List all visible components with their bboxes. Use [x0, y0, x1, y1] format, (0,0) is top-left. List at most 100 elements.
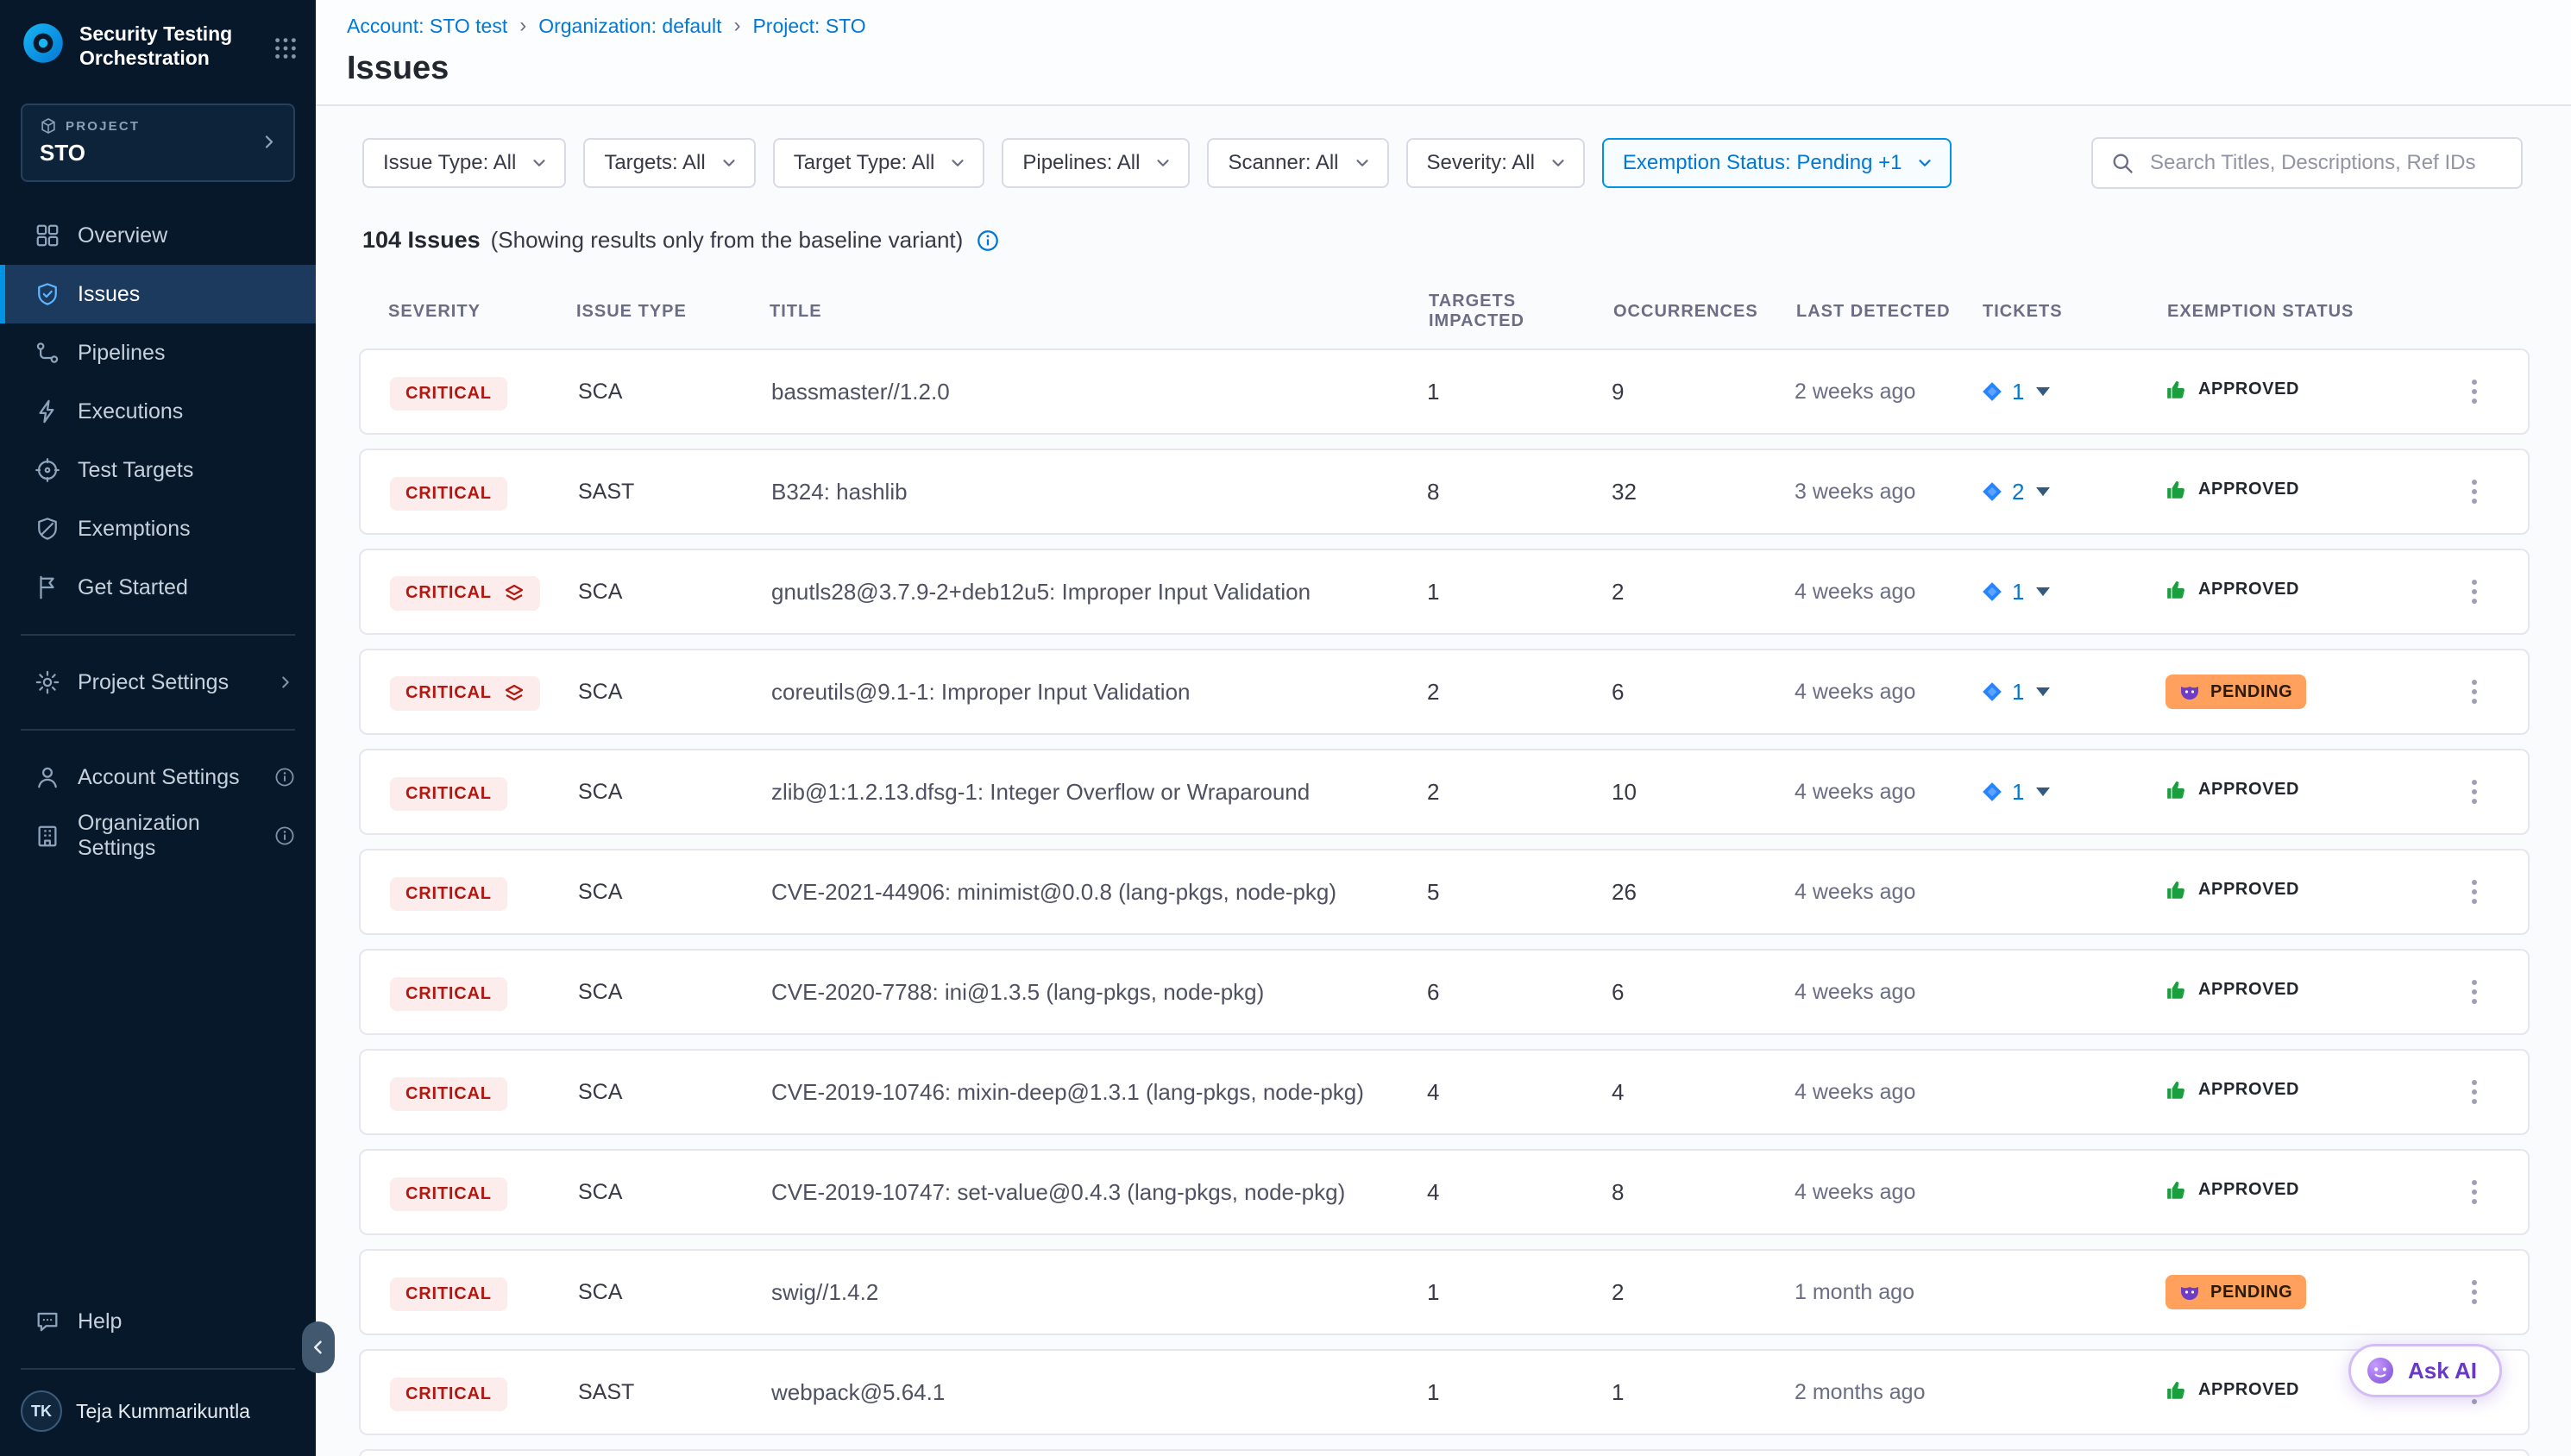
issue-title[interactable]: CVE-2019-10746: mixin-deep@1.3.1 (lang-p…	[771, 1079, 1427, 1106]
filter-targets[interactable]: Targets: All	[583, 138, 755, 188]
filter-pipelines[interactable]: Pipelines: All	[1002, 138, 1190, 188]
thumbs-up-icon	[2166, 1179, 2188, 1202]
sidebar-item-test-targets[interactable]: Test Targets	[0, 441, 316, 499]
ticket-link[interactable]: 1	[1981, 379, 2166, 405]
row-menu-button[interactable]	[2450, 550, 2499, 633]
row-menu-button[interactable]	[2450, 650, 2499, 733]
jira-icon	[1981, 480, 2003, 503]
sidebar-item-pipelines[interactable]: Pipelines	[0, 323, 316, 382]
filter-exemption-status[interactable]: Exemption Status: Pending +1	[1602, 138, 1952, 188]
targets-impacted-value: 1	[1427, 1379, 1612, 1406]
ticket-link[interactable]: 1	[1981, 679, 2166, 706]
issue-type: SCA	[578, 880, 771, 905]
table-header: SEVERITY ISSUE TYPE TITLE TARGETS IMPACT…	[359, 292, 2530, 331]
issue-title[interactable]: zlib@1:1.2.13.dfsg-1: Integer Overflow o…	[771, 779, 1427, 806]
sidebar-item-project-settings[interactable]: Project Settings	[0, 653, 316, 712]
col-occurrences: OCCURRENCES	[1613, 302, 1796, 322]
project-selector[interactable]: PROJECT STO	[21, 104, 295, 182]
status-approved-badge: APPROVED	[2166, 579, 2299, 601]
filter-pills: Issue Type: All Targets: All Target Type…	[362, 138, 1952, 188]
table-row[interactable]: CRITICAL SCA CVE-2020-7788: ini@1.3.5 (l…	[359, 949, 2530, 1035]
issue-title[interactable]: swig//1.4.2	[771, 1279, 1427, 1306]
sidebar-item-account-settings[interactable]: Account Settings	[0, 748, 316, 806]
sidebar-item-label: Test Targets	[78, 458, 193, 483]
targets-impacted-value: 2	[1427, 779, 1612, 806]
stacked-issues-icon	[504, 583, 525, 604]
ask-ai-button[interactable]: Ask AI	[2348, 1344, 2502, 1397]
status-approved-badge: APPROVED	[2166, 1379, 2299, 1402]
filter-target-type[interactable]: Target Type: All	[773, 138, 985, 188]
apps-grid-button[interactable]	[273, 32, 299, 61]
breadcrumb-organization[interactable]: Organization: default	[538, 15, 721, 38]
sidebar-item-organization-settings[interactable]: Organization Settings	[0, 806, 316, 865]
sidebar-item-label: Help	[78, 1309, 122, 1334]
occurrences-value: 6	[1612, 979, 1795, 1006]
breadcrumb-project[interactable]: Project: STO	[752, 15, 865, 38]
filter-issue-type[interactable]: Issue Type: All	[362, 138, 566, 188]
sidebar-item-issues[interactable]: Issues	[0, 265, 316, 323]
issue-title[interactable]: coreutils@9.1-1: Improper Input Validati…	[771, 679, 1427, 706]
row-menu-button[interactable]	[2450, 850, 2499, 933]
sidebar-item-overview[interactable]: Overview	[0, 206, 316, 265]
sidebar-collapse-handle[interactable]	[302, 1321, 335, 1373]
occurrences-value: 2	[1612, 1279, 1795, 1306]
severity-badge: CRITICAL	[390, 676, 540, 711]
sidebar-item-help[interactable]: Help	[0, 1292, 316, 1351]
results-summary: 104 Issues (Showing results only from th…	[362, 227, 2530, 254]
issue-title[interactable]: gnutls28@3.7.9-2+deb12u5: Improper Input…	[771, 579, 1427, 606]
ticket-link[interactable]: 2	[1981, 479, 2166, 505]
table-row[interactable]: CRITICAL SCA bassmaster//1.2.0 1 9 2 wee…	[359, 348, 2530, 435]
col-issue-type: ISSUE TYPE	[576, 302, 770, 322]
last-detected-value: 4 weeks ago	[1795, 1080, 1981, 1105]
issue-title[interactable]: CVE-2021-44906: minimist@0.0.8 (lang-pkg…	[771, 879, 1427, 906]
caret-down-icon	[2036, 587, 2050, 596]
issue-title[interactable]: B324: hashlib	[771, 479, 1427, 505]
table-row[interactable]: CRITICAL SAST B324: hashlib 8 32 3 weeks…	[359, 449, 2530, 535]
issues-table: SEVERITY ISSUE TYPE TITLE TARGETS IMPACT…	[359, 254, 2530, 1456]
breadcrumb-account[interactable]: Account: STO test	[347, 15, 507, 38]
breadcrumb: Account: STO test › Organization: defaul…	[347, 14, 2530, 38]
issue-title[interactable]: bassmaster//1.2.0	[771, 379, 1427, 405]
row-menu-button[interactable]	[2450, 1051, 2499, 1133]
caret-down-icon	[2036, 487, 2050, 496]
row-menu-button[interactable]	[2450, 1251, 2499, 1334]
table-row[interactable]: CRITICAL SCA CVE-2019-10746: mixin-deep@…	[359, 1049, 2530, 1135]
table-row[interactable]: CRITICAL SCA zlib@1:1.2.13.dfsg-1: Integ…	[359, 749, 2530, 835]
table-row[interactable]: CRITICAL SAST django@1.2 1 22 2 months a…	[359, 1449, 2530, 1456]
row-menu-button[interactable]	[2450, 450, 2499, 533]
table-row[interactable]: CRITICAL SCA swig//1.4.2 1 2 1 month ago…	[359, 1249, 2530, 1335]
search-box[interactable]	[2091, 137, 2523, 189]
info-icon[interactable]	[977, 229, 999, 252]
row-menu-button[interactable]	[2450, 750, 2499, 833]
table-row[interactable]: CRITICAL SCA coreutils@9.1-1: Improper I…	[359, 649, 2530, 735]
ticket-link[interactable]: 1	[1981, 779, 2166, 806]
results-count: 104 Issues	[362, 227, 481, 254]
table-row[interactable]: CRITICAL SCA CVE-2019-10747: set-value@0…	[359, 1149, 2530, 1235]
row-menu-button[interactable]	[2450, 350, 2499, 433]
last-detected-value: 1 month ago	[1795, 1280, 1981, 1305]
flag-icon	[35, 574, 60, 600]
issue-title[interactable]: webpack@5.64.1	[771, 1379, 1427, 1406]
sidebar-item-exemptions[interactable]: Exemptions	[0, 499, 316, 558]
sidebar-item-executions[interactable]: Executions	[0, 382, 316, 441]
row-menu-button[interactable]	[2450, 1151, 2499, 1233]
severity-badge: CRITICAL	[390, 1277, 507, 1311]
row-menu-button[interactable]	[2450, 1451, 2499, 1456]
app-logo-icon	[21, 21, 66, 72]
filter-severity[interactable]: Severity: All	[1406, 138, 1585, 188]
user-profile[interactable]: TK Teja Kummarikuntla	[0, 1373, 316, 1456]
filter-scanner[interactable]: Scanner: All	[1207, 138, 1388, 188]
ticket-link[interactable]: 1	[1981, 579, 2166, 606]
table-row[interactable]: CRITICAL SAST webpack@5.64.1 1 1 2 month…	[359, 1349, 2530, 1435]
table-row[interactable]: CRITICAL SCA gnutls28@3.7.9-2+deb12u5: I…	[359, 549, 2530, 635]
sidebar-item-get-started[interactable]: Get Started	[0, 558, 316, 617]
search-input[interactable]	[2147, 149, 2504, 177]
sidebar-item-label: Pipelines	[78, 341, 165, 366]
issue-title[interactable]: CVE-2019-10747: set-value@0.4.3 (lang-pk…	[771, 1179, 1427, 1206]
sidebar-item-label: Overview	[78, 223, 167, 248]
targets-impacted-value: 4	[1427, 1179, 1612, 1206]
table-row[interactable]: CRITICAL SCA CVE-2021-44906: minimist@0.…	[359, 849, 2530, 935]
issue-title[interactable]: CVE-2020-7788: ini@1.3.5 (lang-pkgs, nod…	[771, 979, 1427, 1006]
user-name: Teja Kummarikuntla	[76, 1400, 250, 1423]
row-menu-button[interactable]	[2450, 951, 2499, 1033]
